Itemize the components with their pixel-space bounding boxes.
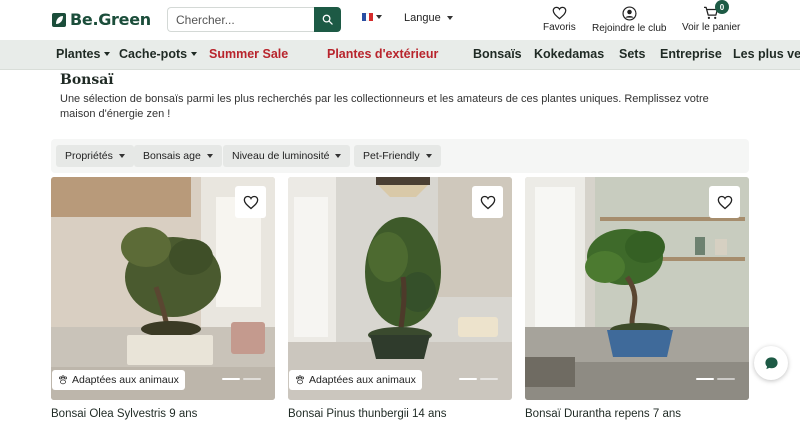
nav-item-cache-pots[interactable]: Cache-pots (119, 47, 198, 61)
join-club-label: Rejoindre le club (592, 23, 667, 34)
carousel-dots[interactable] (696, 378, 735, 380)
filter-luminosite[interactable]: Niveau de luminosité (223, 145, 351, 167)
carousel-dots[interactable] (459, 378, 498, 380)
chevron-down-icon (425, 154, 432, 158)
logo[interactable]: Be.Green (52, 10, 151, 29)
filter-label: Bonsais age (143, 150, 201, 162)
paw-icon (296, 375, 304, 385)
nav-item-label: Kokedamas (534, 47, 605, 61)
language-selector[interactable]: Langue (404, 12, 453, 24)
logo-text: Be.Green (70, 10, 151, 29)
nav-item-sets[interactable]: Sets (619, 47, 645, 61)
top-header: Be.Green Langue Favoris Rejoindre le clu… (0, 0, 800, 40)
add-to-favorites-button[interactable] (709, 186, 740, 218)
nav-item-summer-sale[interactable]: Summer Sale (209, 47, 288, 61)
nav-item-best-sellers[interactable]: Les plus ven (733, 47, 800, 61)
paw-icon (59, 375, 67, 385)
filter-label: Niveau de luminosité (232, 150, 330, 162)
product-card[interactable]: Adaptées aux animaux (51, 177, 275, 400)
search-button[interactable] (314, 7, 341, 32)
product-card[interactable] (525, 177, 749, 400)
logo-leaf-icon (52, 12, 66, 27)
nav-item-label: Bonsaïs (473, 47, 522, 61)
search-input[interactable] (167, 7, 314, 32)
add-to-favorites-button[interactable] (472, 186, 503, 218)
pet-friendly-badge: Adaptées aux animaux (289, 370, 422, 390)
pet-badge-label: Adaptées aux animaux (309, 374, 416, 386)
cart-link[interactable]: 0 Voir le panier (682, 0, 741, 33)
cart-label: Voir le panier (682, 22, 741, 33)
heart-icon (243, 195, 258, 209)
chevron-down-icon (376, 15, 382, 19)
favorites-label: Favoris (543, 22, 576, 33)
nav-item-label: Les plus ven (733, 47, 800, 61)
chevron-down-icon (104, 52, 111, 56)
product-card[interactable]: Adaptées aux animaux (288, 177, 512, 400)
nav-item-plantes[interactable]: Plantes (56, 47, 111, 61)
language-label: Langue (404, 12, 441, 24)
page-description: Une sélection de bonsaïs parmi les plus … (60, 93, 709, 120)
heart-icon (552, 6, 567, 20)
filter-pet-friendly[interactable]: Pet-Friendly (354, 145, 441, 167)
nav-item-label: Plantes d'extérieur (327, 47, 439, 61)
search-icon (322, 14, 333, 25)
nav-item-label: Cache-pots (119, 47, 188, 61)
product-name[interactable]: Bonsaï Durantha repens 7 ans (525, 408, 681, 420)
nav-item-plantes-exterieur[interactable]: Plantes d'extérieur (327, 47, 438, 61)
chat-button[interactable] (754, 346, 788, 380)
nav-item-entreprise[interactable]: Entreprise (660, 47, 722, 61)
chevron-down-icon (191, 52, 198, 56)
chevron-down-icon (118, 154, 125, 158)
filter-label: Propriétés (65, 150, 113, 162)
chevron-down-icon (206, 154, 213, 158)
chevron-down-icon (446, 16, 453, 20)
carousel-dots[interactable] (222, 378, 261, 380)
heart-icon (717, 195, 732, 209)
country-selector[interactable] (362, 13, 382, 21)
search-bar (167, 7, 341, 32)
favorites-link[interactable]: Favoris (543, 6, 576, 33)
product-name[interactable]: Bonsai Olea Sylvestris 9 ans (51, 408, 197, 420)
cart-count-badge: 0 (715, 0, 729, 14)
nav-item-bonsais[interactable]: Bonsaïs (473, 47, 522, 61)
pet-badge-label: Adaptées aux animaux (72, 374, 179, 386)
nav-item-label: Summer Sale (209, 47, 289, 61)
chevron-down-icon (335, 154, 342, 158)
filter-bar: Propriétés Bonsais age Niveau de luminos… (51, 139, 749, 173)
france-flag-icon (362, 13, 374, 21)
nav-item-kokedamas[interactable]: Kokedamas (534, 47, 604, 61)
nav-item-label: Sets (619, 47, 646, 61)
filter-bonsais-age[interactable]: Bonsais age (134, 145, 222, 167)
join-club-link[interactable]: Rejoindre le club (592, 6, 667, 34)
page-title: Bonsaï (60, 72, 114, 88)
user-icon (622, 6, 637, 21)
nav-item-label: Entreprise (660, 47, 722, 61)
heart-icon (480, 195, 495, 209)
filter-proprietes[interactable]: Propriétés (56, 145, 134, 167)
pet-friendly-badge: Adaptées aux animaux (52, 370, 185, 390)
filter-label: Pet-Friendly (363, 150, 420, 162)
main-nav: Plantes Cache-pots Summer Sale new Plant… (0, 40, 800, 70)
chat-bubble-icon (764, 356, 778, 369)
product-name[interactable]: Bonsai Pinus thunbergii 14 ans (288, 408, 447, 420)
add-to-favorites-button[interactable] (235, 186, 266, 218)
nav-item-label: Plantes (56, 47, 101, 61)
